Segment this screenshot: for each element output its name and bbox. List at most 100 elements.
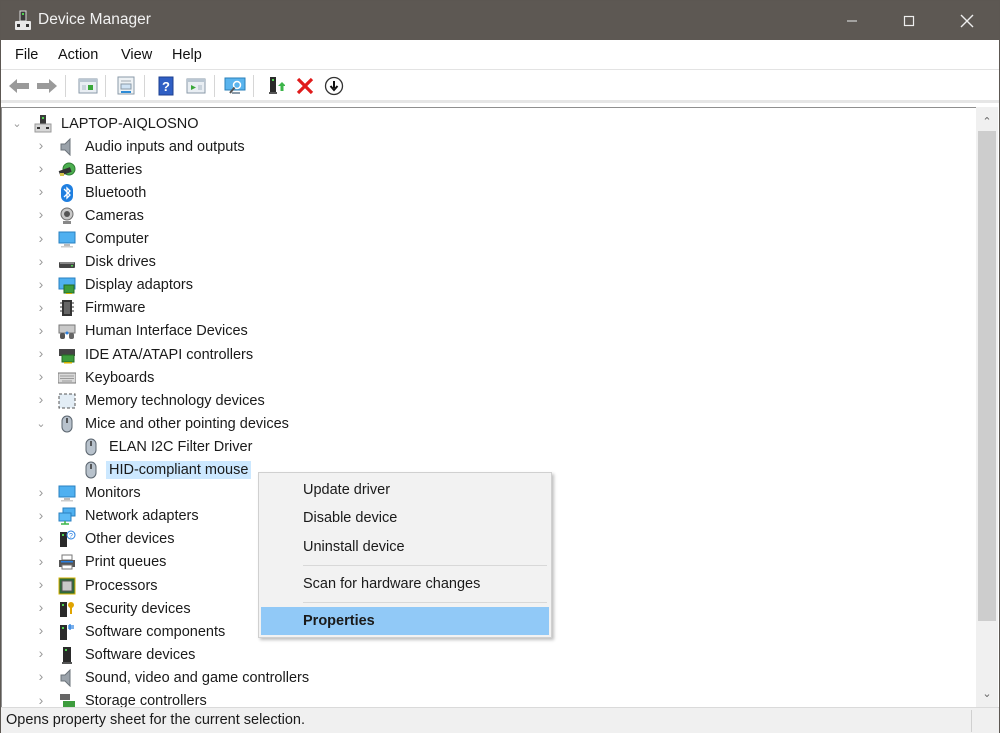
network-icon xyxy=(58,507,76,525)
chevron-right-icon[interactable]: › xyxy=(36,531,46,545)
context-menu-update-driver[interactable]: Update driver xyxy=(261,476,549,504)
tree-category-item[interactable]: Memory technology devices xyxy=(58,389,268,412)
webcam-icon xyxy=(58,207,76,225)
show-action-pane-button[interactable] xyxy=(184,74,208,98)
tree-category-item[interactable]: Human Interface Devices xyxy=(58,320,251,343)
menu-help[interactable]: Help xyxy=(172,47,202,63)
chevron-right-icon[interactable]: › xyxy=(36,554,46,568)
context-menu-properties[interactable]: Properties xyxy=(261,607,549,636)
tree-category-item[interactable]: Security devices xyxy=(58,597,194,620)
menu-file[interactable]: File xyxy=(15,47,38,63)
menu-view[interactable]: View xyxy=(121,47,152,63)
chevron-up-icon: ⌃ xyxy=(982,115,992,128)
mouse-icon xyxy=(82,438,100,456)
close-button[interactable] xyxy=(943,1,991,40)
chevron-down-icon[interactable]: ⌄ xyxy=(36,419,46,430)
chevron-right-icon[interactable]: › xyxy=(36,277,46,291)
forward-button[interactable] xyxy=(35,74,59,98)
tree-category-item[interactable]: Monitors xyxy=(58,482,144,505)
chevron-right-icon[interactable]: › xyxy=(36,184,46,198)
chevron-right-icon[interactable]: › xyxy=(36,207,46,221)
chevron-right-icon[interactable]: › xyxy=(36,138,46,152)
scrollbar-thumb[interactable] xyxy=(978,131,996,621)
help-icon: ? xyxy=(158,76,174,96)
disk-drive-icon xyxy=(58,253,76,271)
chevron-down-icon[interactable]: ⌄ xyxy=(12,119,22,130)
context-menu-separator xyxy=(303,564,547,566)
device-manager-app-icon xyxy=(14,10,32,32)
chevron-right-icon[interactable]: › xyxy=(36,231,46,245)
chevron-right-icon[interactable]: › xyxy=(36,346,46,360)
tree-category-item[interactable]: ? Other devices xyxy=(58,528,177,551)
tree-category-item[interactable]: Print queues xyxy=(58,551,169,574)
chevron-right-icon[interactable]: › xyxy=(36,577,46,591)
tree-category-item[interactable]: Sound, video and game controllers xyxy=(58,666,312,689)
software-component-icon xyxy=(58,623,76,641)
vertical-scrollbar[interactable]: ⌃ ⌄ xyxy=(976,107,998,707)
tree-category-item[interactable]: Cameras xyxy=(58,204,147,227)
context-menu-scan-for-hardware-changes[interactable]: Scan for hardware changes xyxy=(261,570,549,598)
chevron-right-icon[interactable]: › xyxy=(36,392,46,406)
context-menu-item-label: Uninstall device xyxy=(303,538,405,555)
update-driver-button[interactable] xyxy=(264,74,288,98)
tree-category-item[interactable]: Audio inputs and outputs xyxy=(58,135,248,158)
software-device-icon xyxy=(58,646,76,664)
toolbar: ? xyxy=(1,71,999,103)
tree-item-label: Security devices xyxy=(85,600,191,617)
tree-category-item[interactable]: Software devices xyxy=(58,643,198,666)
action-pane-icon xyxy=(186,78,206,94)
printer-icon xyxy=(58,553,76,571)
tree-device-item[interactable]: HID-compliant mouse xyxy=(82,459,252,482)
chevron-right-icon[interactable]: › xyxy=(36,646,46,660)
tree-category-item[interactable]: Bluetooth xyxy=(58,181,149,204)
chevron-right-icon[interactable]: › xyxy=(36,508,46,522)
chevron-right-icon[interactable]: › xyxy=(36,323,46,337)
scroll-up-button[interactable]: ⌃ xyxy=(976,111,998,131)
scroll-down-button[interactable]: ⌄ xyxy=(976,683,998,703)
tree-root-computer[interactable]: LAPTOP-AIQLOSNO xyxy=(34,112,202,135)
chevron-right-icon[interactable]: › xyxy=(36,623,46,637)
chevron-right-icon[interactable]: › xyxy=(36,369,46,383)
chevron-right-icon[interactable]: › xyxy=(36,600,46,614)
chevron-right-icon[interactable]: › xyxy=(36,254,46,268)
minimize-button[interactable] xyxy=(828,1,876,40)
title-bar[interactable]: Device Manager xyxy=(1,1,999,40)
maximize-button[interactable] xyxy=(885,1,933,40)
back-button[interactable] xyxy=(7,74,31,98)
toolbar-separator xyxy=(144,75,145,97)
context-menu-uninstall-device[interactable]: Uninstall device xyxy=(261,533,549,561)
tree-category-item[interactable]: Mice and other pointing devices xyxy=(58,412,292,435)
uninstall-device-button[interactable] xyxy=(293,74,317,98)
tree-item-label: ELAN I2C Filter Driver xyxy=(109,438,253,455)
tree-device-item[interactable]: ELAN I2C Filter Driver xyxy=(82,435,255,458)
chevron-right-icon[interactable]: › xyxy=(36,669,46,683)
toolbar-separator xyxy=(105,75,106,97)
chevron-right-icon[interactable]: › xyxy=(36,485,46,499)
tree-category-item[interactable]: Keyboards xyxy=(58,366,157,389)
tree-item-label: HID-compliant mouse xyxy=(106,461,252,479)
chevron-right-icon[interactable]: › xyxy=(36,693,46,707)
tree-category-item[interactable]: Software components xyxy=(58,620,228,643)
properties-button[interactable] xyxy=(114,74,138,98)
tree-category-item[interactable]: Processors xyxy=(58,574,161,597)
tree-category-item[interactable]: Network adapters xyxy=(58,505,202,528)
speaker-icon xyxy=(58,137,76,156)
tree-category-item[interactable]: Display adaptors xyxy=(58,274,196,297)
tree-category-item[interactable]: Storage controllers xyxy=(58,690,210,707)
chevron-right-icon[interactable]: › xyxy=(36,161,46,175)
tree-item-label: Other devices xyxy=(85,531,175,548)
tree-category-item[interactable]: Disk drives xyxy=(58,251,159,274)
tree-category-item[interactable]: IDE ATA/ATAPI controllers xyxy=(58,343,256,366)
context-menu-disable-device[interactable]: Disable device xyxy=(261,504,549,532)
chevron-right-icon[interactable]: › xyxy=(36,300,46,314)
tree-category-item[interactable]: Firmware xyxy=(58,297,148,320)
hid-icon xyxy=(58,322,76,340)
menu-action[interactable]: Action xyxy=(58,47,98,63)
tree-category-item[interactable]: Computer xyxy=(58,228,152,251)
show-hide-console-tree-button[interactable] xyxy=(76,74,100,98)
tree-item-label: Batteries xyxy=(85,161,143,178)
tree-category-item[interactable]: Batteries xyxy=(58,158,145,181)
scan-hardware-button[interactable] xyxy=(223,74,247,98)
help-button[interactable]: ? xyxy=(154,74,178,98)
disable-device-button[interactable] xyxy=(322,74,346,98)
